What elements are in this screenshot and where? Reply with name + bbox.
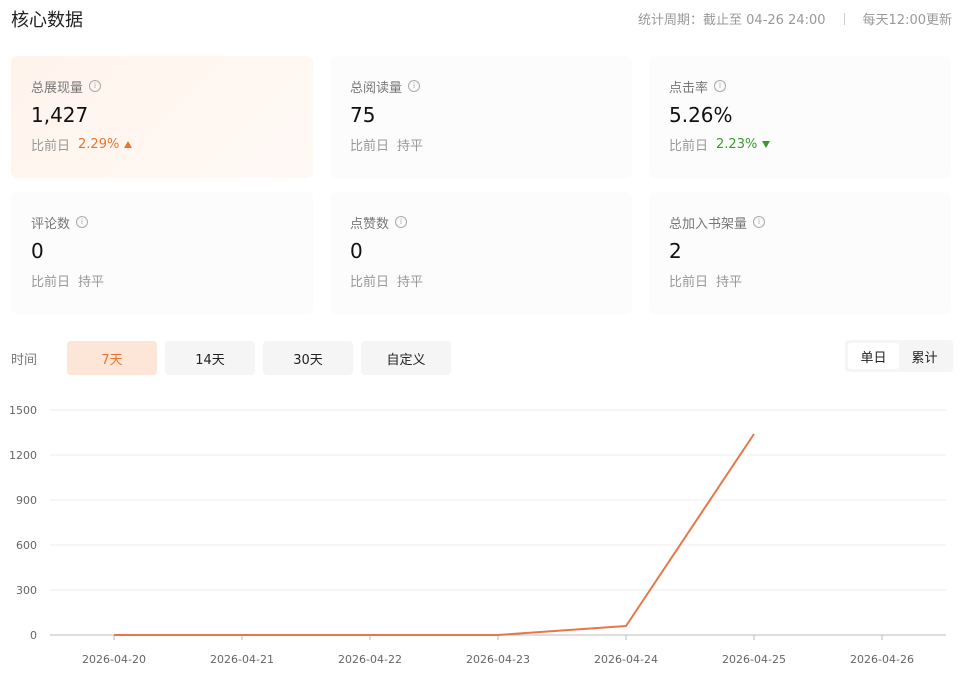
y-tick-label: 1200 [9,449,37,462]
y-tick-label: 900 [16,494,37,507]
update-text: 每天12:00更新 [862,13,952,28]
y-tick-label: 1500 [9,404,37,417]
range-custom-button[interactable]: 自定义 [361,341,451,375]
metric-card-likes[interactable]: 点赞数 i 0 比前日 持平 [330,192,632,314]
page-title: 核心数据 [11,10,83,31]
metric-label: 点赞数 [350,216,390,232]
info-icon[interactable]: i [408,80,421,92]
metric-delta: 2.23% [716,136,758,152]
metric-card-bookshelf[interactable]: 总加入书架量 i 2 比前日 持平 [649,192,951,314]
compare-label: 比前日 [31,274,71,290]
info-icon[interactable]: i [753,216,766,228]
metric-value: 1,427 [31,103,89,127]
divider [843,12,845,25]
metric-value: 0 [350,239,363,263]
x-tick-label: 2026-04-26 [850,653,914,666]
metric-value: 2 [669,239,682,263]
compare-label: 比前日 [350,274,390,290]
compare-label: 比前日 [669,274,709,290]
y-tick-label: 600 [16,539,37,552]
info-icon[interactable]: i [76,216,89,228]
mode-daily-option[interactable]: 单日 [848,343,899,369]
range-14d-button[interactable]: 14天 [165,341,255,375]
metric-card-impressions[interactable]: 总展现量 i 1,427 比前日 2.29% [11,56,313,178]
compare-label: 比前日 [350,138,390,154]
x-tick-label: 2026-04-20 [82,653,146,666]
mode-toggle: 单日 累计 [845,340,953,372]
metric-delta: 持平 [397,138,424,154]
metric-label: 总加入书架量 [669,216,748,232]
info-icon[interactable]: i [714,80,727,92]
trend-down-icon [762,140,771,148]
mode-cumulative-option[interactable]: 累计 [899,343,950,369]
metric-value: 75 [350,103,376,127]
metric-label: 总阅读量 [350,80,403,96]
metric-value: 0 [31,239,44,263]
trend-up-icon [124,140,133,148]
metric-delta: 持平 [78,274,105,290]
range-30d-button[interactable]: 30天 [263,341,353,375]
y-tick-label: 300 [16,584,37,597]
x-tick-label: 2026-04-24 [594,653,658,666]
metric-value: 5.26% [669,103,733,127]
metric-label: 评论数 [31,216,71,232]
metric-label: 总展现量 [31,80,84,96]
compare-label: 比前日 [669,138,709,154]
compare-label: 比前日 [31,138,71,154]
period-text: 统计周期：截止至 04-26 24:00 [638,13,826,28]
metric-card-comments[interactable]: 评论数 i 0 比前日 持平 [11,192,313,314]
info-icon[interactable]: i [395,216,408,228]
metric-delta: 持平 [716,274,743,290]
metric-delta: 持平 [397,274,424,290]
x-tick-label: 2026-04-23 [466,653,530,666]
range-7d-button[interactable]: 7天 [67,341,157,375]
time-filter-label: 时间 [11,353,38,368]
info-icon[interactable]: i [89,80,102,92]
x-tick-label: 2026-04-21 [210,653,274,666]
x-tick-label: 2026-04-22 [338,653,402,666]
metric-delta: 2.29% [78,136,120,152]
stat-period: 统计周期：截止至 04-26 24:00 每天12:00更新 [638,9,952,28]
series-line[interactable] [114,433,755,636]
metric-card-reads[interactable]: 总阅读量 i 75 比前日 持平 [330,56,632,178]
y-tick-label: 0 [30,629,37,642]
line-chart: 0 300 600 900 1200 1500 2026-04-20 2026-04-21 20… [9,404,946,666]
x-tick-label: 2026-04-25 [722,653,786,666]
metric-card-ctr[interactable]: 点击率 i 5.26% 比前日 2.23% [649,56,951,178]
metric-label: 点击率 [669,80,709,96]
